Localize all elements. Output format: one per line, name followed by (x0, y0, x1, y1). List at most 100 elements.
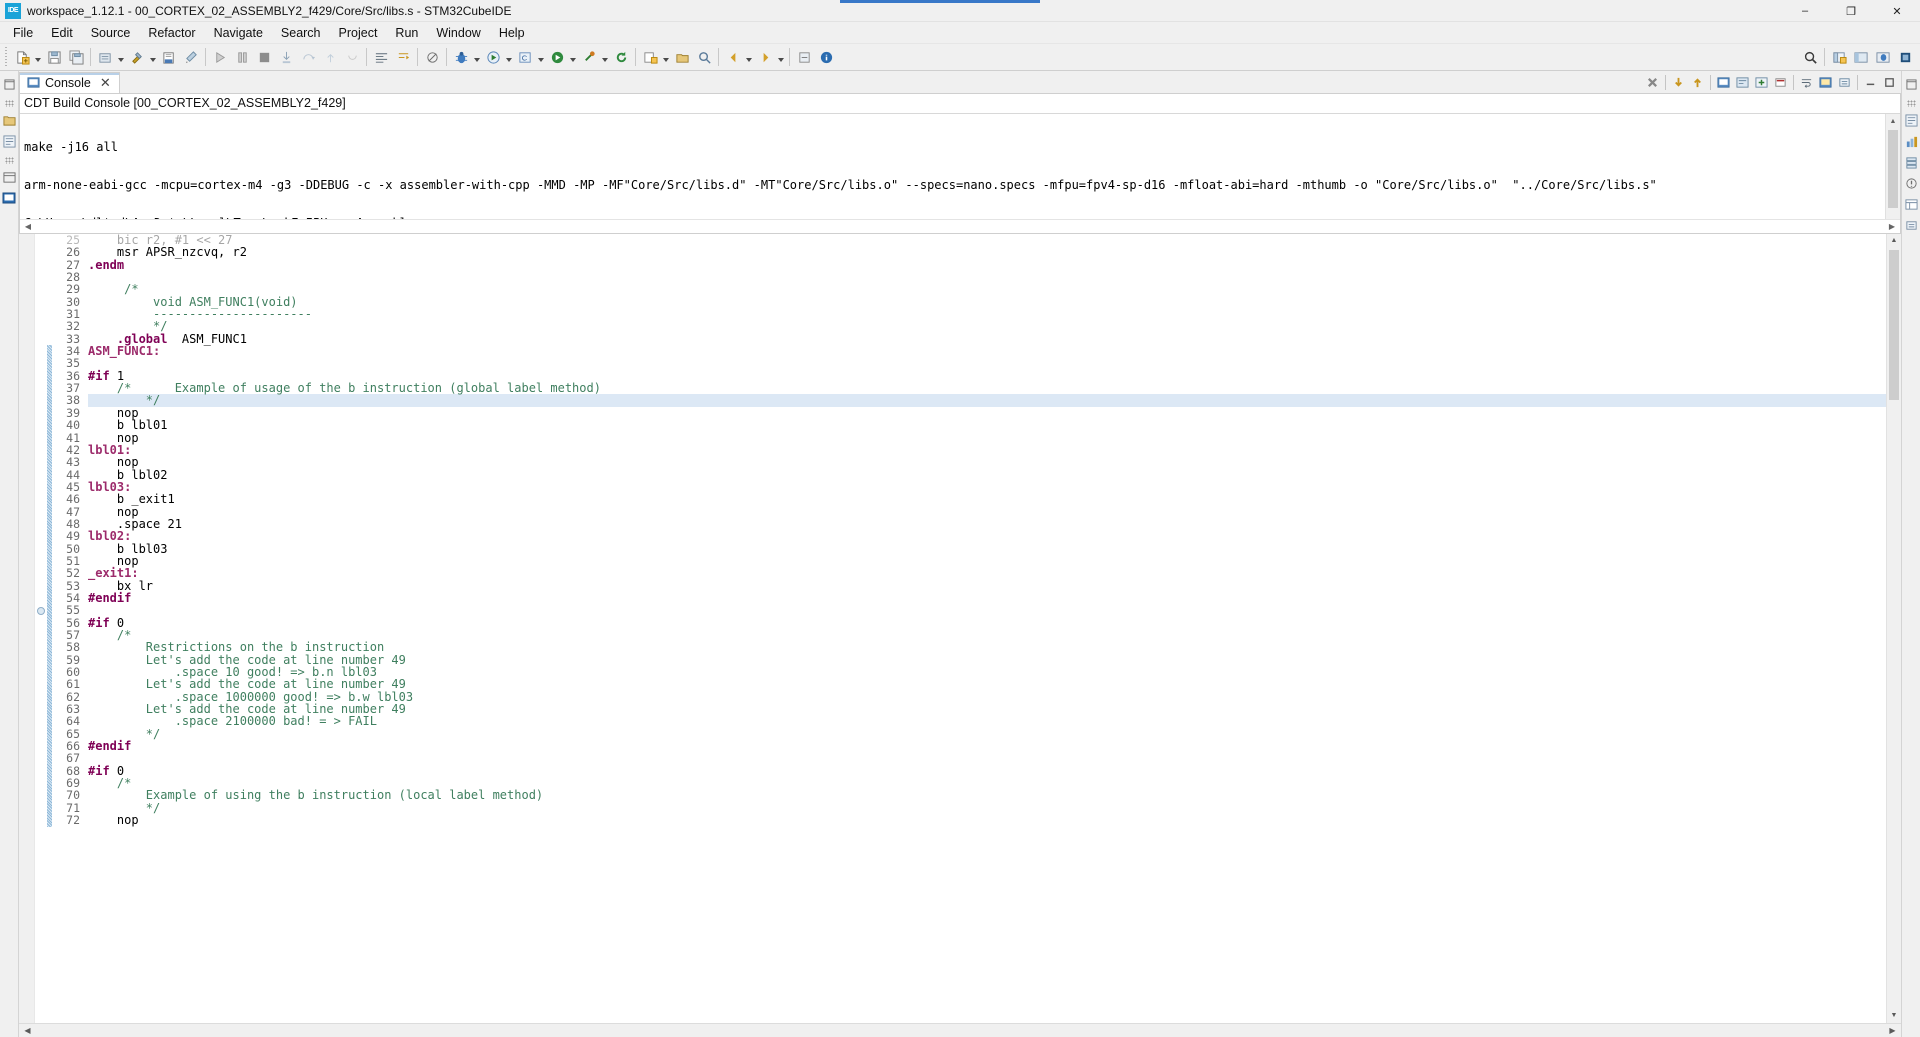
restore-icon[interactable] (1, 75, 18, 93)
external-tools-icon[interactable] (578, 46, 600, 68)
code-line[interactable]: bx lr (88, 579, 1886, 592)
suspend-icon[interactable] (231, 46, 253, 68)
resume-icon[interactable] (209, 46, 231, 68)
build-all-icon[interactable] (94, 46, 116, 68)
code-line[interactable] (88, 271, 1886, 283)
code-line[interactable]: nop (88, 814, 1886, 827)
code-line[interactable]: bic r2, #1 << 27 (88, 234, 1886, 246)
new-console-view-icon[interactable] (1752, 73, 1771, 92)
word-wrap-icon[interactable] (1797, 73, 1816, 92)
menu-edit[interactable]: Edit (42, 24, 82, 42)
terminate-icon[interactable] (1643, 73, 1662, 92)
save-all-icon[interactable] (65, 46, 87, 68)
new-c-project-caret[interactable] (661, 46, 671, 68)
code-line[interactable] (88, 752, 1886, 764)
code-line[interactable]: nop (88, 456, 1886, 469)
coverage-icon[interactable] (546, 46, 568, 68)
terminate-icon[interactable] (253, 46, 275, 68)
build-targets-icon[interactable] (1, 168, 18, 186)
code-line[interactable]: void ASM_FUNC1(void) (88, 296, 1886, 308)
minimize-button[interactable]: – (1782, 0, 1828, 22)
code-line[interactable]: lbl01: (88, 444, 1886, 456)
scrollbar-thumb[interactable] (1889, 250, 1899, 400)
scroll-lock-icon[interactable] (1669, 73, 1688, 92)
code-line[interactable]: ASM_FUNC1: (88, 345, 1886, 357)
code-line[interactable]: nop (88, 505, 1886, 518)
code-line[interactable]: b lbl02 (88, 468, 1886, 481)
skip-breakpoints-icon[interactable] (421, 46, 443, 68)
maximize-icon[interactable] (1880, 73, 1899, 92)
menu-refactor[interactable]: Refactor (139, 24, 204, 42)
run-caret[interactable] (504, 46, 514, 68)
code-line[interactable]: */ (88, 802, 1886, 814)
run-configurations-icon[interactable]: C (514, 46, 536, 68)
back-icon[interactable] (722, 46, 744, 68)
maximize-button[interactable]: ❐ (1828, 0, 1874, 22)
tab-console[interactable]: Console ✕ (19, 72, 120, 93)
code-line[interactable]: lbl02: (88, 530, 1886, 542)
build-hammer-icon[interactable] (126, 46, 148, 68)
code-line[interactable]: b lbl03 (88, 542, 1886, 555)
pin-editor-icon[interactable] (793, 46, 815, 68)
scrollbar-track[interactable] (36, 1023, 1884, 1037)
open-perspective-icon[interactable] (1828, 46, 1850, 68)
scroll-left-icon[interactable]: ◀ (20, 222, 36, 231)
clear-console-icon[interactable] (1771, 73, 1790, 92)
step-over-icon[interactable] (297, 46, 319, 68)
console-horizontal-scrollbar[interactable]: ◀ ▶ (20, 219, 1900, 233)
outline-view-icon[interactable] (1903, 111, 1920, 129)
scrollbar-track[interactable] (36, 222, 1884, 231)
static-stack-icon[interactable] (1903, 153, 1920, 171)
run-icon[interactable] (482, 46, 504, 68)
folding-marker-icon[interactable] (37, 606, 45, 615)
close-icon[interactable]: ✕ (100, 76, 111, 89)
code-line[interactable]: _exit1: (88, 567, 1886, 579)
close-button[interactable]: ✕ (1874, 0, 1920, 22)
menu-window[interactable]: Window (427, 24, 489, 42)
code-line[interactable]: msr APSR_nzcvq, r2 (88, 246, 1886, 259)
show-whitespace-icon[interactable] (392, 46, 414, 68)
toggle-block-selection-icon[interactable] (370, 46, 392, 68)
code-line[interactable]: b lbl01 (88, 419, 1886, 432)
clean-icon[interactable] (180, 46, 202, 68)
code-line[interactable]: b _exit1 (88, 493, 1886, 506)
scroll-left-icon[interactable]: ◀ (19, 1026, 36, 1035)
back-caret[interactable] (744, 46, 754, 68)
properties-icon[interactable] (1903, 195, 1920, 213)
project-explorer-icon[interactable] (1, 111, 18, 129)
menu-run[interactable]: Run (386, 24, 427, 42)
scroll-right-icon[interactable]: ▶ (1884, 1026, 1901, 1035)
drop-to-frame-icon[interactable] (341, 46, 363, 68)
code-line[interactable]: */ (88, 394, 1886, 407)
menu-source[interactable]: Source (82, 24, 140, 42)
debug-icon[interactable] (450, 46, 472, 68)
editor-folding-bar[interactable] (35, 234, 47, 1023)
menu-search[interactable]: Search (272, 24, 330, 42)
menu-navigate[interactable]: Navigate (205, 24, 272, 42)
restore-icon[interactable] (1903, 75, 1920, 93)
display-selected-console-icon[interactable] (1714, 73, 1733, 92)
code-line[interactable]: #endif (88, 740, 1886, 752)
new-c-project-icon[interactable] (639, 46, 661, 68)
code-line[interactable]: #if 0 (88, 616, 1886, 629)
console-output[interactable]: make -j16 all arm-none-eabi-gcc -mcpu=co… (20, 114, 1885, 219)
rail-drag-dots[interactable] (4, 157, 14, 164)
build-analyzer-icon[interactable] (1903, 132, 1920, 150)
rail-drag-dots[interactable] (4, 100, 14, 107)
search-toolbar-icon[interactable] (1799, 46, 1821, 68)
forward-icon[interactable] (754, 46, 776, 68)
scroll-down-icon[interactable]: ▼ (1887, 1009, 1901, 1023)
run-config-caret[interactable] (536, 46, 546, 68)
code-line[interactable]: ---------------------- (88, 308, 1886, 320)
debug-caret[interactable] (472, 46, 482, 68)
editor-code-content[interactable]: bic r2, #1 << 27 msr APSR_nzcvq, r2 .endm… (84, 234, 1886, 1023)
code-line[interactable]: nop (88, 555, 1886, 568)
code-line[interactable]: .space 21 (88, 518, 1886, 531)
new-icon[interactable] (11, 46, 33, 68)
code-line[interactable]: */ (88, 728, 1886, 740)
code-line[interactable]: nop (88, 431, 1886, 444)
console-vertical-scrollbar[interactable]: ▲ (1885, 114, 1900, 219)
code-line[interactable]: Example of using the b instruction (loca… (88, 789, 1886, 801)
external-tools-caret[interactable] (600, 46, 610, 68)
perspective-debug-icon[interactable] (1872, 46, 1894, 68)
